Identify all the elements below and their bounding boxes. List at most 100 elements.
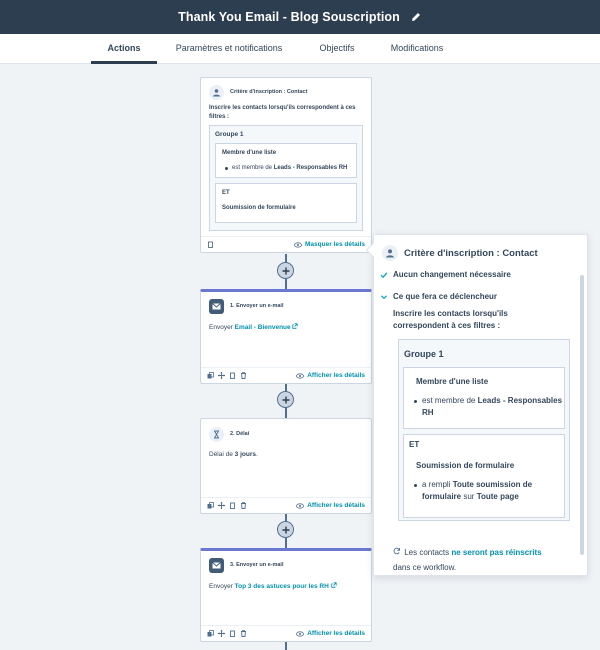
- clone-icon[interactable]: [229, 630, 236, 637]
- filter-group: Groupe 1 Membre d'une liste est membre d…: [209, 125, 363, 231]
- pencil-icon[interactable]: [410, 11, 422, 23]
- eye-icon: [296, 372, 305, 379]
- email-icon: [209, 298, 224, 314]
- hide-details-link[interactable]: Masquer les détails: [294, 241, 365, 248]
- filter-title: Membre d'une liste: [416, 377, 489, 386]
- trigger-explanation-toggle[interactable]: Ce que fera ce déclencheur: [374, 292, 497, 301]
- filter-text: a rempli: [422, 480, 453, 489]
- foot-link-label: Afficher les détails: [307, 372, 365, 379]
- action-card-send-email[interactable]: 3. Envoyer un e-mail Envoyer Top 3 des a…: [200, 548, 372, 642]
- filter-condition: a rempli Toute soumission de formulaire …: [404, 479, 564, 503]
- email-link[interactable]: Top 3 des astuces pour les RH: [235, 583, 329, 590]
- delay-card[interactable]: 2. Délai Délai de 3 jours. Afficher les …: [200, 418, 372, 514]
- external-link-icon[interactable]: [331, 582, 337, 588]
- filter-condition: est membre de Leads - Responsables RH: [222, 164, 350, 173]
- plus-icon: [282, 396, 289, 403]
- summary-text: Envoyer: [209, 583, 235, 590]
- filter-text: est membre de: [232, 164, 274, 171]
- show-details-link[interactable]: Afficher les détails: [296, 630, 365, 637]
- email-link[interactable]: Email - Bienvenue: [235, 324, 291, 331]
- move-icon[interactable]: [218, 502, 225, 509]
- eye-icon: [296, 502, 305, 509]
- filter-text: sur: [461, 492, 477, 501]
- tab-objectifs[interactable]: Objectifs: [312, 34, 362, 64]
- move-icon[interactable]: [218, 630, 225, 637]
- toggle-label: Ce que fera ce déclencheur: [393, 292, 498, 301]
- and-label: ET: [222, 190, 230, 196]
- filter-form-submission: ET Soumission de formulaire: [215, 183, 357, 223]
- card-title: Critère d'inscription : Contact: [230, 89, 308, 95]
- reenrollment-link[interactable]: ne seront pas réinscrits: [451, 548, 541, 557]
- action-summary: Envoyer Email - Bienvenue: [201, 314, 371, 337]
- chevron-down-icon: [380, 293, 388, 301]
- plus-icon: [282, 526, 289, 533]
- contact-icon: [382, 245, 398, 261]
- filter-condition: est membre de Leads - Responsables RH: [404, 395, 564, 419]
- filter-text: est membre de: [422, 396, 478, 405]
- filter-title: Soumission de formulaire: [416, 461, 515, 470]
- external-link-icon[interactable]: [292, 323, 299, 329]
- copy-icon[interactable]: [207, 502, 214, 509]
- show-details-link[interactable]: Afficher les détails: [296, 372, 365, 379]
- card-footer: Masquer les détails: [201, 236, 371, 252]
- card-footer: Afficher les détails: [201, 497, 371, 513]
- add-action-button[interactable]: [277, 521, 294, 538]
- workflow-header: Thank You Email - Blog Souscription: [0, 0, 600, 34]
- filter-group: Groupe 1 Membre d'une liste est membre d…: [398, 339, 570, 521]
- workflow-tabs: Actions Paramètres et notifications Obje…: [0, 34, 600, 64]
- action-card-send-email[interactable]: 1. Envoyer un e-mail Envoyer Email - Bie…: [200, 289, 372, 384]
- status-no-change: Aucun changement nécessaire: [374, 270, 511, 279]
- status-text: Aucun changement nécessaire: [393, 270, 511, 279]
- reenrollment-note: Les contacts ne seront pas réinscrits da…: [393, 545, 578, 575]
- add-action-button[interactable]: [277, 262, 294, 279]
- panel-scrollbar[interactable]: [580, 275, 584, 555]
- summary-text: .: [255, 451, 258, 458]
- delay-summary: Délai de 3 jours.: [201, 441, 371, 464]
- delay-value: 3 jours: [234, 451, 256, 458]
- enrollment-trigger-card[interactable]: Critère d'inscription : Contact Inscrire…: [200, 77, 372, 253]
- trash-icon[interactable]: [240, 630, 247, 637]
- add-action-button[interactable]: [277, 391, 294, 408]
- panel-title: Critère d'inscription : Contact: [404, 247, 538, 259]
- clone-icon[interactable]: [229, 372, 236, 379]
- tab-actions[interactable]: Actions: [91, 34, 157, 64]
- filter-title: Membre d'une liste: [222, 150, 277, 156]
- eye-icon: [296, 630, 305, 637]
- move-icon[interactable]: [218, 372, 225, 379]
- summary-text: Envoyer: [209, 324, 235, 331]
- refresh-icon: [393, 545, 402, 560]
- filter-form-submission: ET Soumission de formulaire a rempli Tou…: [403, 434, 565, 518]
- foot-link-label: Afficher les détails: [307, 502, 365, 509]
- filter-value: Toute page: [476, 492, 519, 501]
- group-title: Groupe 1: [215, 131, 244, 138]
- copy-icon[interactable]: [207, 372, 214, 379]
- contact-icon: [209, 84, 224, 100]
- connector-line: [285, 642, 287, 650]
- hourglass-icon: [209, 426, 224, 442]
- tab-parametres[interactable]: Paramètres et notifications: [170, 34, 288, 64]
- filter-list-membership: Membre d'une liste est membre de Leads -…: [215, 143, 357, 178]
- action-summary: Envoyer Top 3 des astuces pour les RH: [201, 573, 371, 596]
- clone-icon[interactable]: [229, 502, 236, 509]
- group-title: Groupe 1: [404, 349, 444, 359]
- show-details-link[interactable]: Afficher les détails: [296, 502, 365, 509]
- card-footer: Afficher les détails: [201, 625, 371, 641]
- card-footer: Afficher les détails: [201, 367, 371, 383]
- tab-modifications[interactable]: Modifications: [384, 34, 450, 64]
- foot-link-label: Afficher les détails: [307, 630, 365, 637]
- copy-icon[interactable]: [207, 630, 214, 637]
- summary-text: Délai de: [209, 451, 235, 458]
- note-text: Les contacts: [404, 548, 452, 557]
- note-text: dans ce workflow.: [393, 563, 457, 572]
- clone-icon[interactable]: [207, 241, 214, 248]
- card-title: 2. Délai: [230, 431, 250, 437]
- trash-icon[interactable]: [240, 502, 247, 509]
- filter-list-membership: Membre d'une liste est membre de Leads -…: [403, 367, 565, 429]
- trigger-details-panel: Critère d'inscription : Contact Aucun ch…: [365, 234, 588, 576]
- trash-icon[interactable]: [240, 372, 247, 379]
- trigger-description: Inscrire les contacts lorsqu'ils corresp…: [209, 105, 356, 120]
- workflow-title[interactable]: Thank You Email - Blog Souscription: [178, 10, 400, 24]
- plus-icon: [282, 267, 289, 274]
- email-icon: [209, 557, 224, 573]
- eye-icon: [294, 241, 302, 248]
